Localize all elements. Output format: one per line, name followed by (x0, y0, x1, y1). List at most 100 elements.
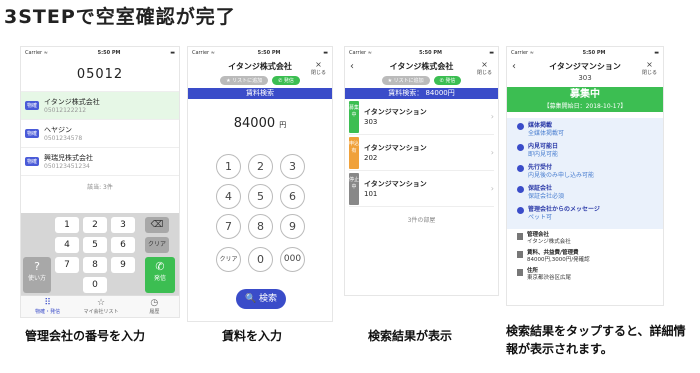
key-4[interactable]: 4 (216, 184, 241, 209)
detail-value: ペット可 (528, 214, 553, 221)
key-0[interactable]: 0 (248, 247, 273, 272)
room-count: 3件の部屋 (407, 217, 436, 224)
clear-key[interactable]: クリア (145, 237, 169, 253)
call-label: 発信 (153, 275, 166, 282)
detail-item: 保証会社 保証会社必須 (517, 185, 657, 201)
key-8[interactable]: 8 (83, 257, 107, 273)
key-0[interactable]: 0 (83, 277, 107, 293)
status-badge: 物確 (25, 101, 40, 110)
status-bar: Carrier ≈ 5:50 PM ▬ (188, 47, 332, 59)
battery-icon: ▬ (323, 50, 328, 56)
company-tel: 0501234578 (44, 135, 83, 142)
key-5[interactable]: 5 (83, 237, 107, 253)
key-9[interactable]: 9 (280, 214, 305, 239)
room-number: 303 (578, 74, 592, 82)
rent-amount: 84000 円 (188, 116, 332, 131)
status-badge: 申込有 (349, 136, 359, 169)
tab-label: 履歴 (149, 309, 160, 315)
rent-value: 84000 (233, 116, 276, 131)
delete-key-icon[interactable]: ⌫ (145, 217, 169, 233)
status-time: 5:50 PM (257, 50, 281, 56)
key-3[interactable]: 3 (111, 217, 135, 233)
info-row: 住所 東京都渋谷区広尾 (517, 268, 657, 282)
tab-label: マイ会社リスト (83, 309, 119, 315)
status-badge: 募集中 (349, 100, 359, 133)
company-tel: 050123451234 (44, 163, 90, 170)
grid-icon: ⠿ (44, 298, 51, 308)
call-button[interactable]: ✆ 発信 (145, 257, 175, 293)
call-button[interactable]: ✆ 発信 (272, 76, 300, 85)
close-button[interactable]: × 閉じる (311, 61, 326, 77)
key-6[interactable]: 6 (111, 237, 135, 253)
entered-number: 05012 (76, 67, 124, 82)
company-header: ‹ イタンジ株式会社 × 閉じる (345, 61, 498, 77)
help-label: 使い方 (27, 275, 46, 282)
key-7[interactable]: 7 (55, 257, 79, 273)
key-3[interactable]: 3 (280, 154, 305, 179)
help-button[interactable]: ? 使い方 (23, 257, 51, 293)
result-row[interactable]: 申込有 イタンジマンション 202 › (349, 135, 494, 171)
action-pills: ★ リストに追加 ✆ 発信 (345, 76, 498, 85)
question-icon: ? (34, 260, 40, 273)
room-number: 202 (364, 153, 378, 162)
call-button[interactable]: ✆ 発信 (433, 76, 462, 85)
status-time: 5:50 PM (419, 50, 442, 56)
status-banner: 募集中 (507, 87, 663, 102)
status-badge: 物確 (25, 129, 40, 138)
detail-value: 保証会社必須 (528, 193, 565, 200)
key-000[interactable]: 000 (280, 247, 305, 272)
search-summary-bar: 賃料検索： 84000円 (345, 88, 498, 99)
company-name: 興瑞児株式会社 (44, 154, 94, 162)
close-button[interactable]: × 閉じる (642, 61, 657, 77)
key-5[interactable]: 5 (248, 184, 273, 209)
status-badge: 停止中 (349, 172, 359, 205)
info-title: 賃料、共益費/管理費 (527, 250, 579, 256)
list-item[interactable]: 物確 興瑞児株式会社 050123451234 (21, 148, 179, 176)
key-2[interactable]: 2 (248, 154, 273, 179)
info-row: 賃料、共益費/管理費 84000円,3000円/発確認 (517, 250, 657, 264)
status-bar: Carrier ≈ 5:50 PM ▬ (507, 47, 663, 59)
detail-title: 保証会社 (528, 185, 553, 192)
result-row[interactable]: 募集中 イタンジマンション 303 › (349, 99, 494, 135)
phone-step1-dialer: Carrier ≈ 5:50 PM ▬ 05012 物確 イタンジ株式会社 05… (20, 46, 180, 318)
tab-history[interactable]: ◷ 履歴 (128, 296, 179, 317)
clear-key[interactable]: クリア (216, 247, 241, 272)
back-icon[interactable]: ‹ (512, 61, 516, 72)
back-icon[interactable]: ‹ (350, 61, 354, 72)
key-8[interactable]: 8 (248, 214, 273, 239)
page-title: イタンジマンション (549, 62, 621, 71)
clock-icon: ◷ (150, 298, 159, 308)
tab-dial[interactable]: ⠿ 物確・発信 (21, 296, 74, 317)
chevron-right-icon: › (490, 148, 494, 157)
detail-item: 管理会社からのメッセージ ペット可 (517, 206, 657, 222)
add-to-list-button[interactable]: ★ リストに追加 (220, 76, 269, 85)
key-1[interactable]: 1 (55, 217, 79, 233)
add-to-list-button[interactable]: ★ リストに追加 (381, 76, 430, 85)
detail-value: 全媒体掲載可 (528, 130, 565, 137)
rent-unit: 円 (279, 121, 287, 129)
caption-step2: 賃料を入力 (222, 329, 283, 343)
company-name: イタンジ株式会社 (44, 98, 100, 106)
detail-value: 即内見可能 (528, 151, 559, 158)
status-bar: Carrier ≈ 5:50 PM ▬ (345, 47, 498, 59)
key-9[interactable]: 9 (111, 257, 135, 273)
carrier-label: Carrier ≈ (349, 50, 372, 56)
list-item[interactable]: 物確 イタンジ株式会社 05012122212 (21, 92, 179, 120)
tab-my-list[interactable]: ☆ マイ会社リスト (74, 296, 127, 317)
caption-step4: 検索結果をタップすると、詳細情報が表示されます。 (506, 324, 686, 356)
phone-icon: ✆ (155, 260, 165, 273)
key-4[interactable]: 4 (55, 237, 79, 253)
search-button[interactable]: 🔍 検索 (236, 289, 286, 309)
tab-label: 物確・発信 (35, 309, 61, 315)
info-value: イタンジ株式会社 (527, 239, 571, 245)
key-7[interactable]: 7 (216, 214, 241, 239)
key-6[interactable]: 6 (280, 184, 305, 209)
close-button[interactable]: × 閉じる (477, 61, 492, 77)
key-1[interactable]: 1 (216, 154, 241, 179)
list-item[interactable]: 物確 ヘヤジン 0501234578 (21, 120, 179, 148)
key-2[interactable]: 2 (83, 217, 107, 233)
company-tel: 05012122212 (44, 107, 87, 114)
result-row[interactable]: 停止中 イタンジマンション 101 › (349, 171, 494, 207)
status-badge: 物確 (25, 157, 40, 166)
property-name: イタンジマンション (364, 107, 427, 116)
